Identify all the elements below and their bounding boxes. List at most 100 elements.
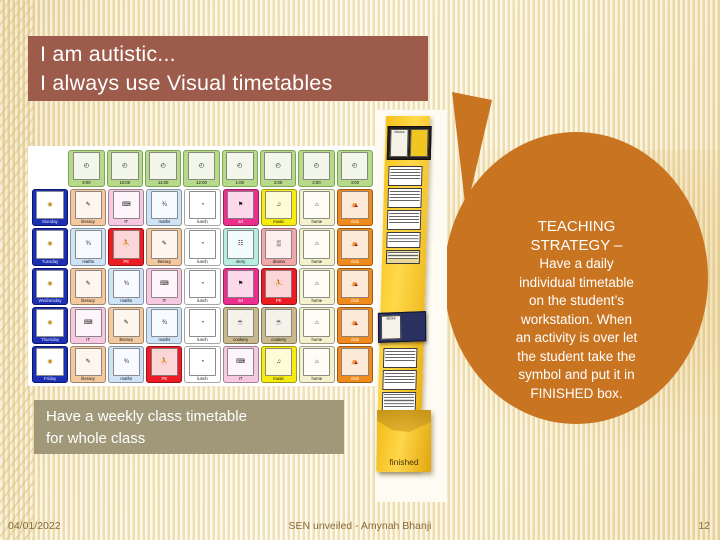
timetable-row: ◉ Thursday ⌨ IT ✎ literacy ¾ maths ◔ lunch ☕ cooker…	[32, 306, 373, 344]
plate-icon: ◔	[188, 191, 217, 220]
timetable-grid: ◴ 9:00 ◴ 10:00 ◴ 11:00 ◴ 12:00 ◴ 1:00 ◴ 2:00 ◴ 3:00 ◴ 4…	[32, 150, 373, 384]
timetable-subject-cell: ⌨ IT	[222, 345, 259, 384]
timetable-subject-label: home	[311, 376, 323, 382]
timetable-subject-cell: ⛹ PE	[260, 267, 297, 305]
timetable-time-label: 10:00	[119, 180, 131, 186]
slide-footer: 04/01/2022 SEN unveiled - Amynah Bhanji …	[0, 506, 720, 540]
choice-pane-blank	[409, 129, 429, 157]
easel-icon: ⚑	[226, 269, 255, 298]
timetable-subject-cell: ¾ maths	[108, 345, 145, 384]
timetable-subject-cell: ✎ literacy	[108, 306, 145, 344]
computer-icon: ⌨	[226, 347, 255, 377]
timetable-subject-cell: ⛺ club	[336, 228, 373, 266]
timetable-day-label: Monday	[42, 219, 58, 225]
timetable-subject-cell: ◔ lunch	[184, 189, 221, 227]
timetable-subject-cell: ⌂ home	[298, 228, 335, 266]
timetable-subject-label: literacy	[81, 297, 95, 303]
timetable-subject-cell: ¾ maths	[146, 306, 183, 344]
timetable-subject-cell: ☷ story	[222, 228, 259, 266]
club-icon: ⛺	[341, 269, 369, 298]
timetable-subject-label: IT	[124, 219, 129, 225]
notes-icon: ♫	[265, 191, 293, 220]
timetable-day-cell: ◉ Tuesday	[32, 228, 69, 266]
clock-icon: ◴	[72, 152, 101, 181]
plate-icon: ◔	[188, 269, 217, 298]
timetable-subject-cell: ⌂ home	[298, 306, 335, 344]
timetable-subject-cell: ⛹ PE	[146, 345, 183, 384]
book-icon: ☷	[226, 230, 255, 259]
cooking-icon: ☕	[226, 308, 255, 337]
finished-box: finished	[377, 410, 431, 472]
timetable-subject-cell: ⚑ art	[222, 189, 259, 227]
timetable-subject-label: IT	[86, 336, 91, 342]
writing-icon: ✎	[74, 269, 102, 298]
timetable-time-cell: ◴ 10:00	[106, 150, 143, 188]
timetable-day-cell: ◉ Monday	[32, 189, 69, 227]
timetable-subject-cell: ◔ lunch	[184, 228, 221, 266]
timetable-subject-label: literacy	[81, 219, 95, 225]
timetable-subject-label: home	[311, 336, 323, 342]
timetable-subject-cell: ✎ literacy	[70, 189, 107, 227]
timetable-day-label: Thursday	[40, 336, 60, 342]
timetable-subject-label: PE	[161, 376, 168, 382]
timetable-time-cell: ◴ 1:00	[221, 150, 258, 188]
clock-icon: ◴	[264, 152, 292, 181]
symbol-card	[386, 232, 421, 248]
timetable-subject-label: home	[311, 258, 323, 264]
callout-body-8: FINISHED box.	[530, 385, 623, 401]
club-icon: ⛺	[341, 347, 369, 377]
timetable-time-cell: ◴ 3:00	[298, 150, 335, 188]
timetable-subject-cell: ◔ lunch	[184, 345, 221, 384]
title-line-2: I always use Visual timetables	[40, 71, 333, 95]
timetable-time-label: 4:00	[350, 180, 359, 186]
club-icon: ⛺	[341, 191, 369, 220]
timetable-subject-cell: ◔ lunch	[184, 267, 221, 305]
timetable-subject-cell: ⌂ home	[298, 189, 335, 227]
timetable-subject-label: club	[350, 219, 359, 225]
callout-body-6: the student take the	[517, 348, 636, 364]
timetable-subject-label: PE	[123, 258, 130, 264]
writing-icon: ✎	[74, 347, 102, 377]
numbers-icon: ¾	[150, 308, 178, 337]
timetable-subject-label: home	[311, 297, 323, 303]
clock-icon: ◴	[341, 152, 369, 181]
house-icon: ⌂	[303, 347, 331, 377]
day-symbol-icon: ◉	[36, 269, 64, 298]
timetable-subject-label: music	[273, 376, 285, 382]
computer-icon: ⌨	[150, 269, 178, 298]
day-symbol-icon: ◉	[36, 191, 64, 220]
timetable-corner-cell	[32, 150, 66, 187]
numbers-icon: ¾	[74, 230, 102, 259]
numbers-icon: ¾	[150, 191, 178, 220]
timetable-subject-cell: ☕ cookery	[260, 306, 297, 344]
pe-icon: ⛹	[150, 347, 178, 377]
club-icon: ⛺	[341, 308, 369, 337]
house-icon: ⌂	[303, 191, 331, 220]
timetable-time-label: 3:00	[312, 180, 321, 186]
timetable-subject-label: lunch	[197, 336, 208, 342]
caption-line-1: Have a weekly class timetable	[46, 408, 247, 425]
callout-heading-1: TEACHING	[537, 218, 616, 235]
timetable-time-cell: ◴ 2:00	[259, 150, 297, 188]
timetable-subject-label: club	[350, 297, 359, 303]
timetable-subject-cell: ⛹ PE	[108, 228, 145, 266]
timetable-day-cell: ◉ Thursday	[32, 306, 69, 344]
writing-icon: ✎	[150, 230, 178, 259]
timetable-subject-cell: ⛺ club	[336, 306, 373, 344]
clock-icon: ◴	[149, 152, 177, 181]
writing-icon: ✎	[74, 191, 102, 220]
timetable-subject-label: literacy	[157, 258, 172, 264]
slide-canvas: I am autistic... I always use Visual tim…	[0, 0, 720, 540]
timetable-subject-label: club	[350, 376, 359, 382]
callout-body-4: workstation. When	[520, 311, 633, 327]
timetable-subject-cell: ☕ cookery	[222, 306, 259, 344]
timetable-subject-label: club	[350, 258, 359, 264]
clock-icon: ◴	[226, 152, 254, 181]
timetable-day-cell: ◉ Wednesday	[32, 267, 69, 305]
symbol-card	[387, 188, 422, 208]
clock-icon: ◴	[302, 152, 331, 181]
notes-icon: ♫	[265, 347, 293, 377]
daily-schedule-strip-photo: choice about finished	[375, 110, 447, 502]
plate-icon: ◔	[188, 308, 217, 337]
day-symbol-icon: ◉	[36, 308, 64, 337]
